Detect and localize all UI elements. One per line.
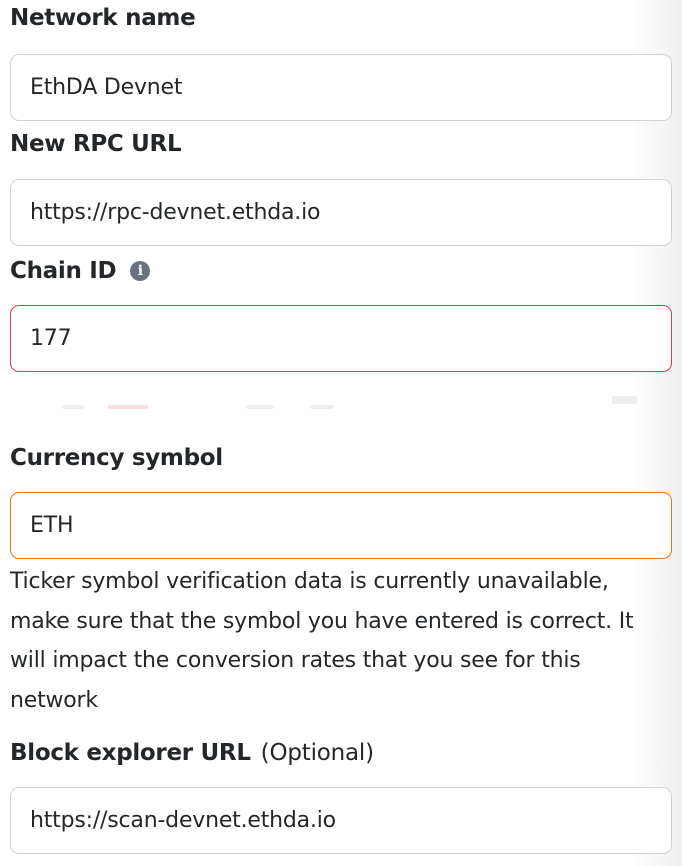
currency-symbol-field[interactable] (10, 492, 672, 559)
block-explorer-field[interactable] (10, 787, 672, 854)
scroll-edge-shadow (632, 0, 682, 866)
chain-id-field[interactable] (10, 305, 672, 372)
block-explorer-label-text: Block explorer URL (10, 740, 251, 766)
network-name-input[interactable] (30, 75, 671, 100)
currency-symbol-label: Currency symbol (10, 445, 223, 471)
rpc-url-label-text: New RPC URL (10, 131, 182, 157)
currency-symbol-label-text: Currency symbol (10, 445, 223, 471)
rpc-url-label: New RPC URL (10, 131, 182, 157)
network-name-label-text: Network name (10, 5, 196, 31)
chain-id-input[interactable] (30, 326, 671, 351)
optional-tag: (Optional) (260, 740, 374, 766)
chain-id-label-text: Chain ID (10, 258, 117, 284)
rpc-url-field[interactable] (10, 179, 672, 246)
block-explorer-label: Block explorer URL (Optional) (10, 740, 374, 766)
block-explorer-input[interactable] (30, 808, 671, 833)
currency-symbol-input[interactable] (30, 513, 671, 538)
network-name-label: Network name (10, 5, 196, 31)
currency-symbol-warning-text: Ticker symbol verification data is curre… (10, 569, 634, 713)
rpc-url-input[interactable] (30, 200, 671, 225)
network-name-field[interactable] (10, 54, 672, 121)
chain-id-label: Chain ID i (10, 258, 151, 284)
info-icon[interactable]: i (130, 261, 151, 281)
